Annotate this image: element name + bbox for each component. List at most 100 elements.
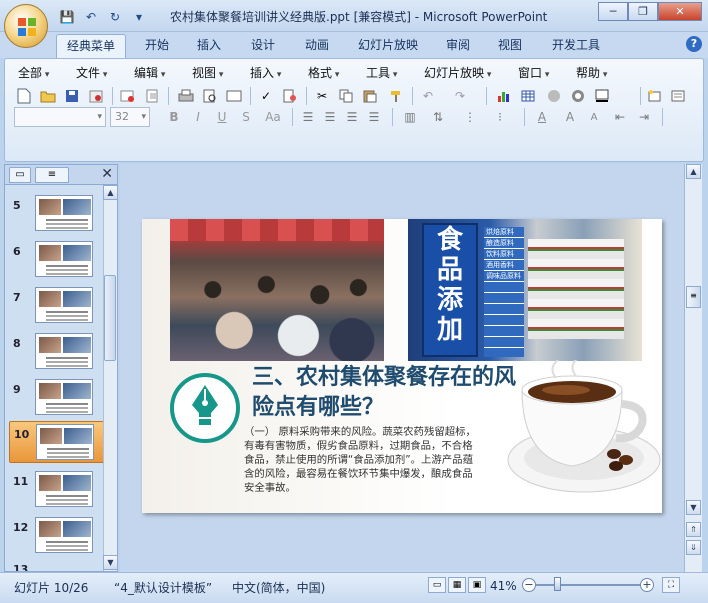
- office-button[interactable]: [4, 4, 48, 48]
- menu-help[interactable]: 帮助: [576, 64, 607, 81]
- previous-slide-icon[interactable]: ⇑: [686, 522, 701, 537]
- format-painter-icon[interactable]: [386, 86, 406, 106]
- print-icon[interactable]: [176, 86, 196, 106]
- tab-design[interactable]: 设计: [242, 34, 284, 58]
- print-preview-icon[interactable]: [200, 86, 220, 106]
- slide-thumbnail-selected[interactable]: 10: [9, 421, 107, 463]
- align-right-icon[interactable]: ☰: [342, 107, 362, 127]
- zoom-slider-thumb[interactable]: [554, 577, 561, 591]
- zoom-level[interactable]: 41%: [490, 579, 517, 593]
- language[interactable]: 中文(简体，中国): [232, 579, 325, 596]
- menu-tools[interactable]: 工具: [366, 64, 397, 81]
- email-icon[interactable]: [118, 86, 138, 106]
- tab-classic-menu[interactable]: 经典菜单: [56, 34, 126, 58]
- next-slide-icon[interactable]: ⇓: [686, 540, 701, 555]
- slideshow-view-icon[interactable]: ▣: [468, 577, 486, 593]
- slide-thumbnail[interactable]: 9: [9, 377, 107, 419]
- slide-view-icon[interactable]: [224, 86, 244, 106]
- grow-font-icon[interactable]: A: [560, 107, 580, 127]
- shrink-font-icon[interactable]: A: [584, 107, 604, 127]
- decrease-indent-icon[interactable]: ⇤: [610, 107, 630, 127]
- slide-thumbnail[interactable]: 13: [9, 557, 107, 571]
- tab-slideshow[interactable]: 幻灯片放映: [350, 34, 426, 58]
- align-center-icon[interactable]: ☰: [320, 107, 340, 127]
- tab-animations[interactable]: 动画: [296, 34, 338, 58]
- scroll-thumb[interactable]: ≡: [686, 286, 701, 308]
- paste-icon[interactable]: [360, 86, 380, 106]
- tab-insert[interactable]: 插入: [188, 34, 230, 58]
- insert-table-icon[interactable]: [518, 86, 538, 106]
- slide-thumbnail[interactable]: 5: [9, 193, 107, 235]
- tab-home[interactable]: 开始: [136, 34, 178, 58]
- open-icon[interactable]: [38, 86, 58, 106]
- restore-button[interactable]: ❐: [628, 2, 658, 21]
- new-slide-icon[interactable]: [644, 86, 664, 106]
- cut-icon[interactable]: ✂: [312, 86, 332, 106]
- scroll-thumb[interactable]: [104, 275, 116, 361]
- menu-slideshow[interactable]: 幻灯片放映: [424, 64, 491, 81]
- tab-view[interactable]: 视图: [490, 34, 530, 58]
- copy-icon[interactable]: [336, 86, 356, 106]
- redo-icon[interactable]: ↷: [450, 86, 470, 106]
- menu-insert[interactable]: 插入: [250, 64, 281, 81]
- numbering-icon[interactable]: ⋮: [460, 107, 480, 127]
- menu-file[interactable]: 文件: [76, 64, 107, 81]
- align-left-icon[interactable]: ☰: [298, 107, 318, 127]
- change-case-icon[interactable]: Aa: [260, 107, 286, 127]
- scroll-down-icon[interactable]: ▼: [103, 555, 118, 570]
- help-icon[interactable]: ?: [686, 36, 702, 52]
- slide-body-text[interactable]: （一） 原料采购带来的风险。蔬菜农药残留超标，有毒有害物质，假劣食品原料，过期食…: [244, 425, 482, 495]
- new-icon[interactable]: [14, 86, 34, 106]
- pdf-icon[interactable]: [142, 86, 162, 106]
- slide-thumbnail[interactable]: 6: [9, 239, 107, 281]
- menu-all[interactable]: 全部: [18, 64, 49, 81]
- zoom-in-icon[interactable]: +: [640, 578, 654, 592]
- spelling-icon[interactable]: ✓: [256, 86, 276, 106]
- redo-icon[interactable]: ↻: [106, 8, 124, 26]
- color-grayscale-icon[interactable]: [568, 86, 588, 106]
- editor-scrollbar[interactable]: ▲ ≡ ▼ ⇑ ⇓: [684, 164, 702, 572]
- scroll-up-icon[interactable]: ▲: [686, 164, 701, 179]
- undo-icon[interactable]: ↶: [418, 86, 438, 106]
- insert-chart-icon[interactable]: [494, 86, 514, 106]
- menu-edit[interactable]: 编辑: [134, 64, 165, 81]
- font-size-combo[interactable]: 32: [110, 107, 150, 127]
- normal-view-icon[interactable]: ▭: [428, 577, 446, 593]
- slide-thumbnail[interactable]: 8: [9, 331, 107, 373]
- slide-thumbnail[interactable]: 7: [9, 285, 107, 327]
- close-icon[interactable]: ✕: [101, 166, 113, 182]
- menu-format[interactable]: 格式: [308, 64, 339, 81]
- tab-review[interactable]: 审阅: [438, 34, 478, 58]
- menu-window[interactable]: 窗口: [518, 64, 549, 81]
- permission-icon[interactable]: [86, 86, 106, 106]
- text-direction-icon[interactable]: ⇅: [428, 107, 448, 127]
- shadow-icon[interactable]: S: [236, 107, 256, 127]
- scroll-down-icon[interactable]: ▼: [686, 500, 701, 515]
- save-icon[interactable]: 💾: [58, 8, 76, 26]
- save-icon[interactable]: [62, 86, 82, 106]
- columns-icon[interactable]: ▥: [400, 107, 420, 127]
- zoom-out-icon[interactable]: −: [522, 578, 536, 592]
- bullets-icon[interactable]: ⁝: [490, 107, 510, 127]
- slides-tab-icon[interactable]: ▭: [9, 167, 31, 183]
- minimize-button[interactable]: ─: [598, 2, 628, 21]
- increase-indent-icon[interactable]: ⇥: [634, 107, 654, 127]
- underline-icon[interactable]: U: [212, 107, 232, 127]
- insert-clipart-icon[interactable]: [544, 86, 564, 106]
- slide-sorter-icon[interactable]: ▦: [448, 577, 466, 593]
- close-button[interactable]: ✕: [658, 2, 702, 21]
- fit-to-window-icon[interactable]: ⛶: [662, 577, 680, 593]
- layout-icon[interactable]: [668, 86, 688, 106]
- justify-icon[interactable]: ☰: [364, 107, 384, 127]
- font-color-icon[interactable]: A: [532, 107, 552, 127]
- italic-icon[interactable]: I: [188, 107, 208, 127]
- slides-panel-scrollbar[interactable]: ▲ ▼: [103, 185, 118, 571]
- slide-thumbnail[interactable]: 11: [9, 469, 107, 511]
- zoom-slider[interactable]: [536, 584, 640, 586]
- scroll-up-icon[interactable]: ▲: [103, 185, 118, 200]
- undo-icon[interactable]: ↶: [82, 8, 100, 26]
- outline-tab-icon[interactable]: ≡: [35, 167, 69, 183]
- slide-thumbnail[interactable]: 12: [9, 515, 107, 557]
- slide-title[interactable]: 三、农村集体聚餐存在的风险点有哪些？: [252, 363, 522, 423]
- tab-developer[interactable]: 开发工具: [542, 34, 610, 58]
